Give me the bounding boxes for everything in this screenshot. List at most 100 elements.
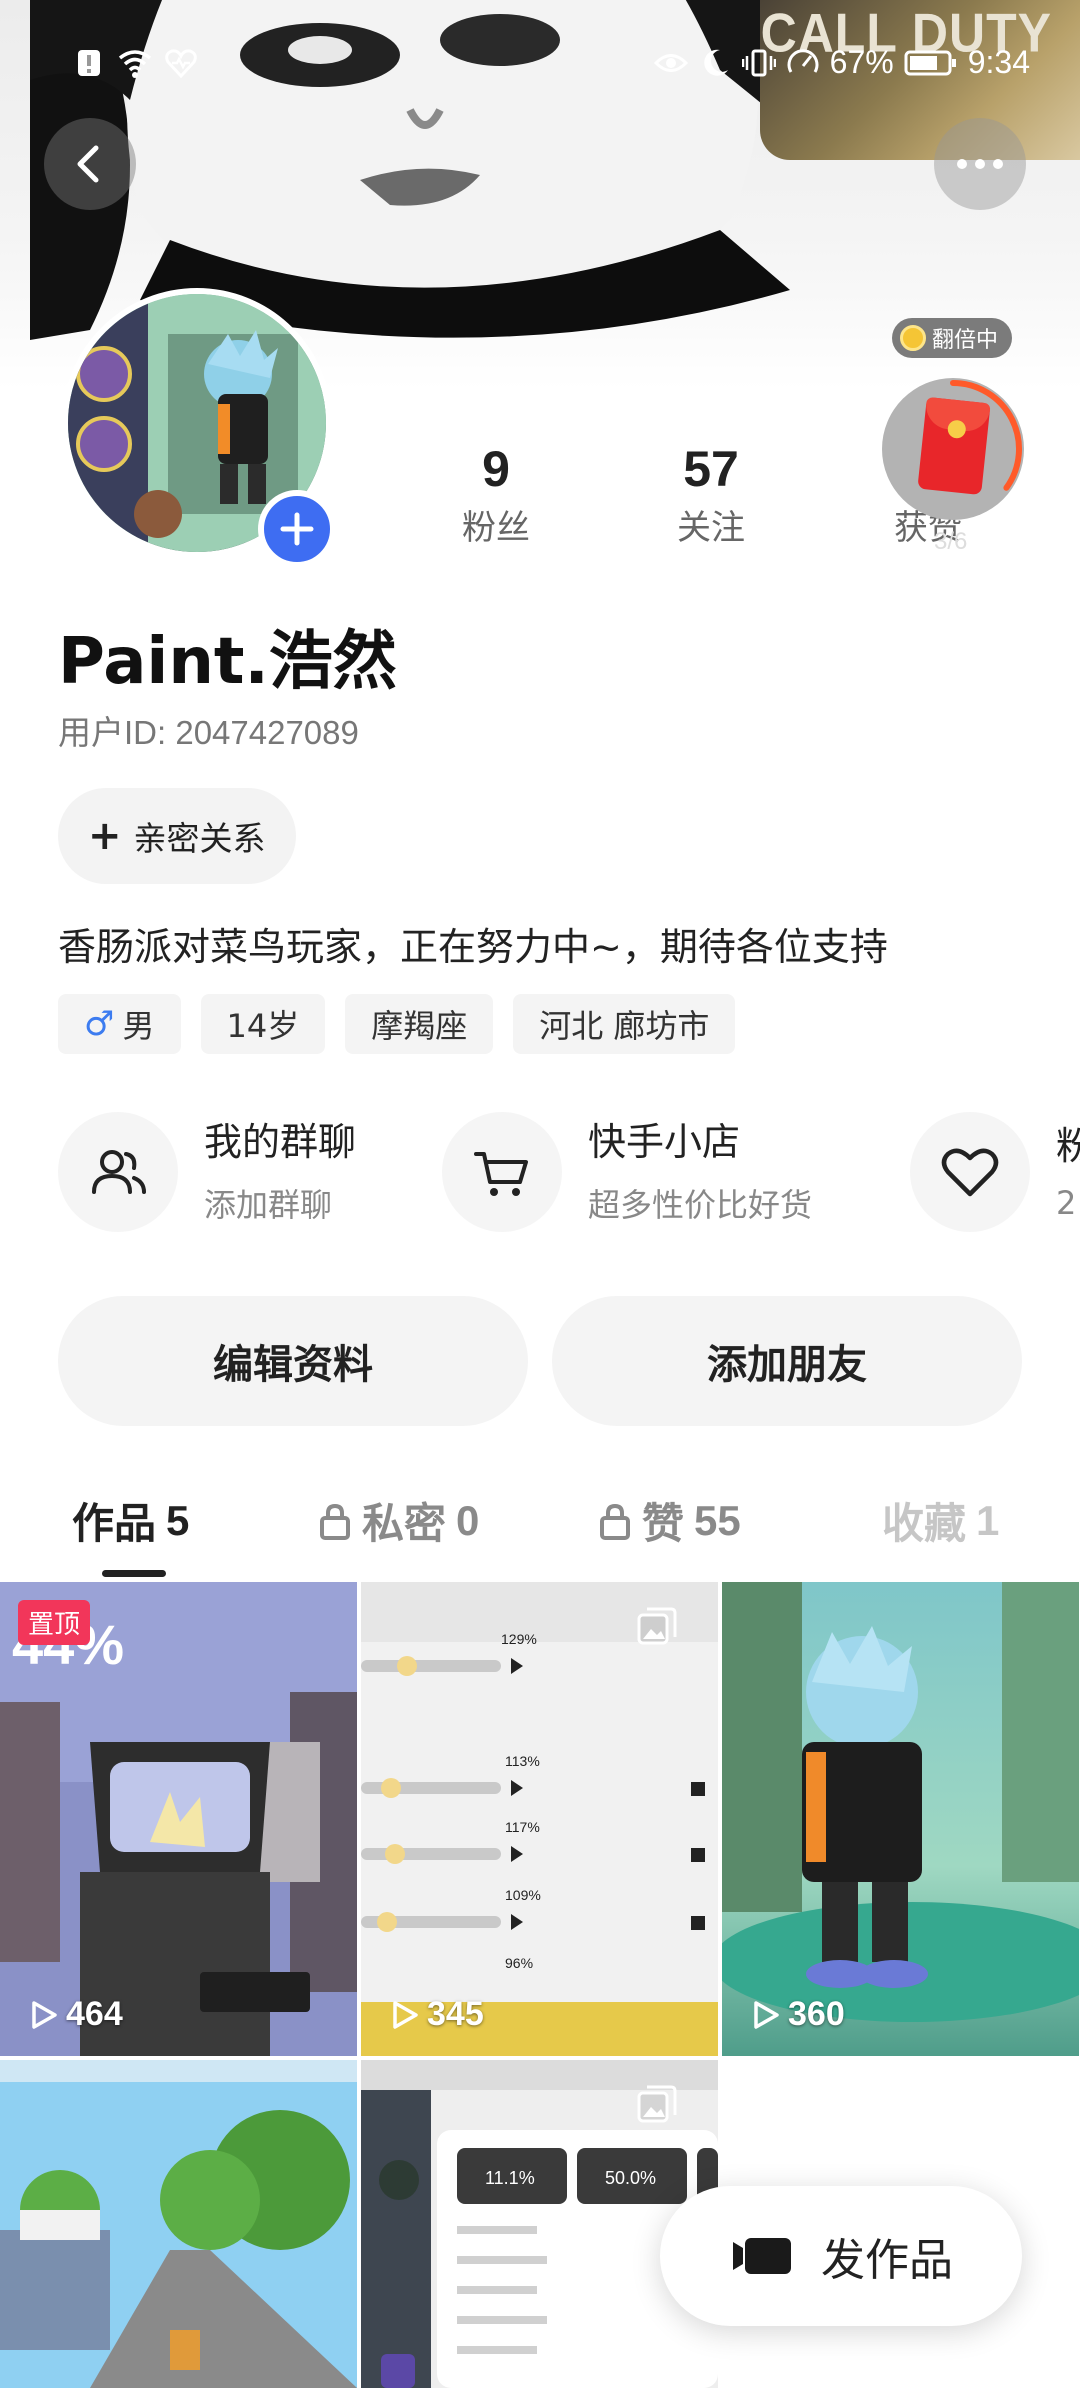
stat-value-text: 11.1% — [485, 2168, 535, 2188]
work-thumbnail[interactable]: 129% 113% 117% 109% 96% 345 — [361, 1582, 718, 2056]
profile-tags: ♂ 男 14岁 摩羯座 河北 廊坊市 — [58, 994, 736, 1054]
work-thumbnail[interactable]: 44% 置顶 464 — [0, 1582, 357, 2056]
lock-icon — [600, 1503, 630, 1540]
service-subtitle: 超多性价比好货 — [588, 1186, 813, 1224]
tab-count: 1 — [976, 1496, 1000, 1544]
play-icon — [32, 2000, 57, 2029]
stat-followers[interactable]: 9 粉丝 — [426, 440, 566, 549]
alert-icon — [78, 50, 100, 76]
tab-likes[interactable]: 赞 55 — [598, 1490, 741, 1551]
service-group-chat[interactable]: 我的群聊 添加群聊 — [58, 1112, 356, 1232]
active-tab-indicator — [102, 1570, 166, 1577]
service-fans[interactable]: 粉 2 — [910, 1112, 1080, 1232]
video-camera-icon — [733, 2238, 791, 2274]
tab-count: 55 — [694, 1496, 741, 1544]
multi-image-icon — [637, 2085, 677, 2123]
service-shop[interactable]: 快手小店 超多性价比好货 — [442, 1112, 812, 1232]
tab-label: 私密 — [362, 1499, 447, 1548]
plus-icon — [280, 512, 314, 546]
tab-label: 作品 — [72, 1499, 157, 1548]
coin-icon — [900, 325, 926, 351]
battery-percent: 67% — [829, 44, 894, 80]
view-count-value: 464 — [66, 1995, 123, 2033]
work-image — [0, 2060, 357, 2388]
male-icon: ♂ — [84, 1004, 115, 1044]
zodiac-tag: 摩羯座 — [345, 994, 494, 1054]
followers-count: 9 — [482, 441, 510, 497]
multi-image-icon — [637, 1607, 677, 1645]
work-thumbnail[interactable] — [0, 2060, 357, 2388]
cart-icon — [474, 1152, 528, 1196]
work-thumbnail[interactable]: 360 — [722, 1582, 1079, 2056]
lock-icon — [320, 1503, 350, 1540]
wifi-icon — [118, 50, 152, 78]
intimate-relation-label: 亲密关系 — [133, 819, 266, 858]
health-heart-icon — [165, 49, 197, 79]
service-title: 粉 — [1056, 1124, 1080, 1168]
red-packet-count: 3/6 — [934, 528, 968, 555]
more-dot-icon — [993, 159, 1003, 169]
followers-label: 粉丝 — [462, 508, 530, 548]
speed-icon — [787, 48, 819, 73]
battery-icon — [904, 50, 956, 75]
view-count: 345 — [391, 1995, 484, 2034]
work-image: 129% 113% 117% 109% 96% — [361, 1582, 718, 2056]
tab-count: 0 — [456, 1496, 480, 1544]
stat-value-text: 50.0% — [605, 2168, 656, 2188]
slider-value-text: 113% — [505, 1753, 540, 1769]
profile-name: Paint.浩然 — [58, 625, 397, 699]
back-arrow-icon — [77, 145, 99, 183]
publish-work-button[interactable]: 发作品 — [660, 2186, 1022, 2326]
slider-value-text: 129% — [501, 1631, 537, 1647]
gender-label: 男 — [122, 1007, 155, 1045]
pinned-badge: 置顶 — [18, 1600, 91, 1645]
clock: 9:34 — [967, 44, 1030, 80]
add-avatar-button[interactable] — [258, 490, 336, 568]
group-icon — [92, 1150, 146, 1194]
work-image: 44% — [0, 1582, 357, 2056]
tab-count: 5 — [166, 1496, 190, 1544]
status-bar: 67% 9:34 — [0, 40, 1080, 90]
service-subtitle: 2 — [1056, 1184, 1077, 1222]
add-friend-button[interactable]: 添加朋友 — [552, 1296, 1022, 1426]
gender-tag: ♂ 男 — [58, 994, 181, 1054]
plus-icon: + — [88, 813, 122, 859]
stat-following[interactable]: 57 关注 — [641, 440, 781, 549]
tab-works[interactable]: 作品 5 — [72, 1490, 189, 1551]
tab-label: 收藏 — [882, 1499, 967, 1548]
play-icon — [754, 2000, 779, 2029]
view-count: 360 — [752, 1995, 845, 2034]
slider-value-text: 117% — [505, 1819, 540, 1835]
publish-label: 发作品 — [821, 2235, 953, 2286]
eye-icon — [653, 53, 688, 72]
tab-label: 赞 — [642, 1499, 685, 1548]
moon-icon — [703, 49, 728, 76]
more-dot-icon — [975, 159, 985, 169]
more-options-button[interactable] — [934, 118, 1026, 210]
tab-private[interactable]: 私密 0 — [318, 1490, 479, 1551]
play-icon — [393, 2000, 418, 2029]
intimate-relation-button[interactable]: + 亲密关系 — [58, 788, 296, 884]
double-reward-text: 翻倍中 — [932, 328, 999, 353]
user-id[interactable]: 用户ID: 2047427089 — [58, 706, 359, 754]
work-image — [722, 1582, 1079, 2056]
service-subtitle: 添加群聊 — [204, 1186, 333, 1224]
slider-value-text: 109% — [505, 1887, 541, 1903]
content-tabs: 作品 5 私密 0 赞 55 收藏 1 — [0, 1490, 1080, 1570]
view-count-value: 360 — [788, 1995, 845, 2033]
back-button[interactable] — [44, 118, 136, 210]
age-tag: 14岁 — [200, 994, 326, 1054]
progress-arc — [950, 380, 1022, 491]
location-tag: 河北 廊坊市 — [513, 994, 736, 1054]
heart-icon — [941, 1148, 999, 1197]
work-thumbnail[interactable]: 11.1% 50.0% — [361, 2060, 718, 2388]
following-count: 57 — [683, 441, 739, 497]
vibrate-icon — [741, 49, 776, 76]
more-dot-icon — [957, 159, 967, 169]
red-packet-progress-ring — [950, 380, 1022, 491]
tab-favorites[interactable]: 收藏 1 — [882, 1490, 999, 1551]
edit-profile-button[interactable]: 编辑资料 — [58, 1296, 528, 1426]
service-title: 我的群聊 — [204, 1120, 357, 1164]
double-reward-badge: 翻倍中 — [892, 318, 1013, 358]
service-title: 快手小店 — [588, 1120, 741, 1164]
